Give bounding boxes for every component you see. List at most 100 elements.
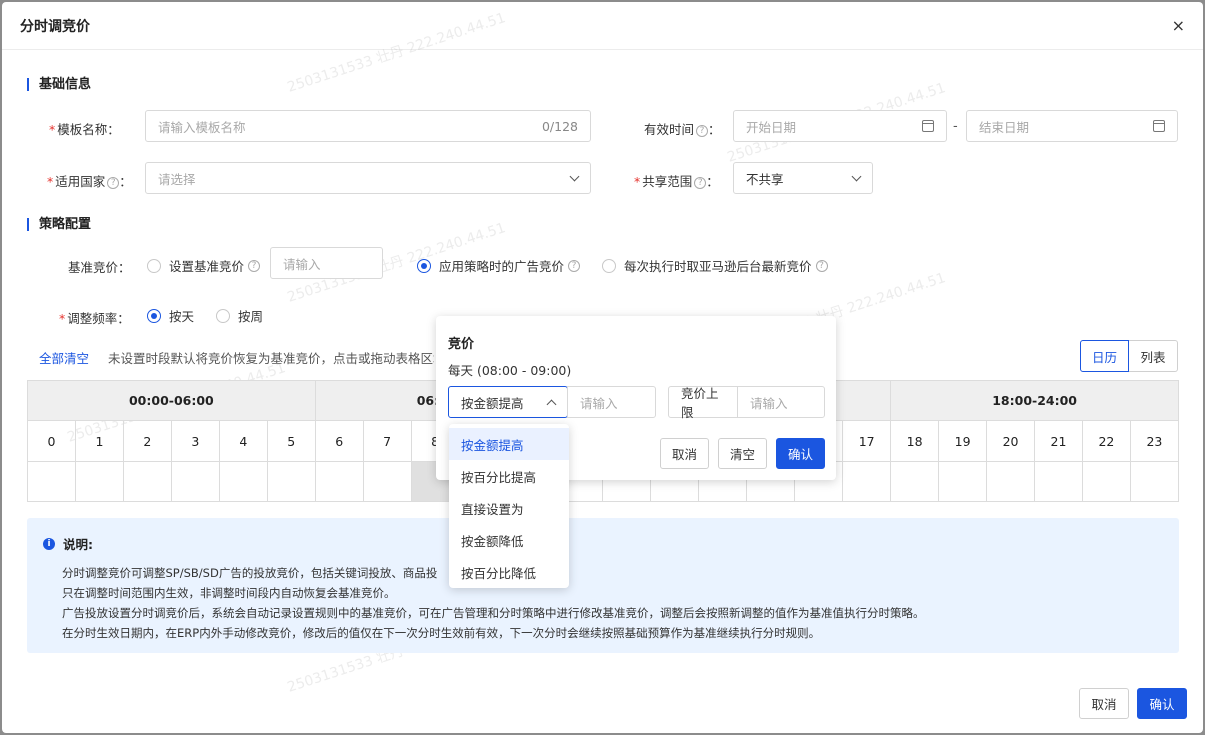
base-bid-placeholder: 请输入 — [283, 256, 321, 272]
hour-header-cell: 6 — [316, 421, 364, 461]
hour-header-cell: 19 — [939, 421, 988, 461]
view-toggle: 日历 列表 — [1080, 340, 1178, 372]
hour-slot-cell[interactable] — [316, 462, 364, 501]
template-name-label: * 模板名称： — [49, 122, 120, 137]
radio-by-day[interactable]: 按天 — [147, 306, 194, 325]
hour-header-cell: 0 — [28, 421, 76, 461]
section-basic-title: 基础信息 — [27, 78, 91, 91]
help-icon[interactable]: ? — [815, 259, 828, 272]
help-icon[interactable]: ? — [696, 124, 709, 137]
radio-dot — [147, 308, 161, 323]
bid-cap-input[interactable]: 请输入 — [737, 386, 825, 418]
footer-cancel-button[interactable]: 取消 — [1079, 688, 1129, 719]
start-date-placeholder: 开始日期 — [746, 119, 797, 135]
hour-header-cell: 23 — [1146, 433, 1163, 449]
range-header: 00:00-06:00 — [28, 381, 316, 420]
section-strategy-title: 策略配置 — [27, 218, 91, 231]
hour-slot-cell[interactable] — [939, 462, 988, 501]
hour-slot-cell[interactable] — [76, 462, 124, 501]
info-note: i 说明: 分时调整竞价可调整SP/SB/SD广告的投放竞价，包括关键词投放、商… — [27, 518, 1179, 653]
template-name-placeholder: 请输入模板名称 — [158, 119, 246, 135]
start-date-input[interactable]: 开始日期 — [733, 110, 947, 142]
hour-slot-cell[interactable] — [987, 462, 1036, 501]
bid-mode-select[interactable]: 按金额提高 — [448, 386, 568, 418]
hour-slot-cell[interactable] — [364, 462, 412, 501]
chevron-down-icon — [851, 171, 862, 181]
hour-header-cell: 22 — [1083, 421, 1131, 461]
hour-header-cell: 7 — [364, 421, 412, 461]
footer-confirm-button[interactable]: 确认 — [1137, 688, 1187, 719]
hour-slot-cell[interactable] — [843, 462, 892, 501]
date-separator: - — [953, 119, 958, 134]
bid-cap-label: 竞价上限 — [668, 386, 738, 420]
dialog: 2503131533 壮丹 222.240.44.51 2503131533 壮… — [2, 2, 1203, 733]
hour-header-cell: 1 — [76, 421, 124, 461]
frequency-label: * 调整频率： — [59, 311, 130, 326]
base-bid-input[interactable]: 请输入 — [270, 247, 383, 279]
note-title-text: 说明: — [63, 537, 93, 552]
popover-cancel-button[interactable]: 取消 — [660, 438, 709, 469]
country-select[interactable]: 请选择 — [145, 162, 591, 194]
template-name-input[interactable]: 请输入模板名称 0/128 — [145, 110, 591, 142]
dropdown-option[interactable]: 按金额提高 — [449, 428, 569, 460]
hour-header-cell: 18 — [891, 421, 940, 461]
hour-header-cell: 4 — [220, 421, 268, 461]
radio-set-base-bid[interactable]: 设置基准竞价 ? — [147, 256, 261, 275]
dropdown-option[interactable]: 按金额降低 — [449, 524, 569, 556]
radio-dot — [147, 258, 161, 273]
radio-by-week[interactable]: 按周 — [216, 306, 263, 325]
radio-dot — [216, 308, 230, 323]
radio-ad-bid[interactable]: 应用策略时的广告竞价 ? — [417, 256, 581, 275]
help-icon[interactable]: ? — [248, 259, 261, 272]
share-scope-value: 不共享 — [746, 171, 784, 187]
hour-slot-cell[interactable] — [220, 462, 268, 501]
hour-slot-cell[interactable] — [1131, 462, 1178, 501]
clear-all-link[interactable]: 全部清空 — [39, 348, 89, 367]
view-calendar-button[interactable]: 日历 — [1080, 340, 1129, 372]
view-list-button[interactable]: 列表 — [1129, 340, 1178, 372]
valid-time-label: 有效时间?： — [644, 122, 721, 137]
radio-dot — [602, 258, 616, 273]
schedule-hint: 未设置时段默认将竞价恢复为基准竞价，点击或拖动表格区域 — [108, 351, 434, 366]
country-placeholder: 请选择 — [158, 171, 196, 187]
radio-label: 每次执行时取亚马逊后台最新竞价 — [624, 259, 812, 274]
share-scope-select[interactable]: 不共享 — [733, 162, 873, 194]
popover-clear-button[interactable]: 清空 — [718, 438, 767, 469]
dropdown-option[interactable]: 按百分比降低 — [449, 556, 569, 588]
calendar-icon — [922, 120, 934, 132]
dropdown-option[interactable]: 直接设置为 — [449, 492, 569, 524]
hour-slot-cell[interactable] — [1035, 462, 1083, 501]
radio-amazon-latest-bid[interactable]: 每次执行时取亚马逊后台最新竞价 ? — [602, 256, 828, 275]
note-line: 广告投放设置分时调竞价后，系统会自动记录设置规则中的基准竞价，可在广告管理和分时… — [62, 606, 925, 620]
chevron-down-icon — [569, 171, 580, 181]
help-icon[interactable]: ? — [107, 176, 120, 189]
hour-slot-cell[interactable] — [1083, 462, 1131, 501]
bid-mode-dropdown: 按金额提高 按百分比提高 直接设置为 按金额降低 按百分比降低 — [449, 424, 569, 588]
radio-label: 应用策略时的广告竞价 — [439, 259, 565, 274]
popover-title: 竞价 — [448, 337, 475, 352]
hour-slot-cell[interactable] — [28, 462, 76, 501]
close-icon[interactable]: × — [1172, 17, 1185, 34]
help-icon[interactable]: ? — [694, 176, 707, 189]
note-title: i 说明: — [43, 534, 1163, 553]
bid-cap-placeholder: 请输入 — [750, 395, 788, 411]
hour-header-cell: 20 — [987, 421, 1036, 461]
end-date-placeholder: 结束日期 — [979, 119, 1030, 135]
range-header: 18:00-24:00 — [992, 393, 1077, 408]
hour-slot-cell[interactable] — [172, 462, 220, 501]
country-label: * 适用国家?： — [47, 174, 132, 189]
hour-slot-cell[interactable] — [891, 462, 940, 501]
dialog-header: 分时调竞价 × — [2, 2, 1203, 50]
help-icon[interactable]: ? — [568, 259, 581, 272]
bid-amount-input[interactable]: 请输入 — [567, 386, 656, 418]
popover-confirm-button[interactable]: 确认 — [776, 438, 825, 469]
hour-slot-cell[interactable] — [268, 462, 316, 501]
dropdown-option[interactable]: 按百分比提高 — [449, 460, 569, 492]
hour-slot-cell[interactable] — [124, 462, 172, 501]
template-name-counter: 0/128 — [541, 118, 578, 134]
base-bid-label: 基准竞价： — [68, 260, 131, 275]
note-line: 只在调整时间范围内生效，非调整时间段内自动恢复会基准竞价。 — [62, 586, 396, 600]
popover-subtitle: 每天 (08:00 - 09:00) — [448, 363, 572, 378]
end-date-input[interactable]: 结束日期 — [966, 110, 1178, 142]
chevron-up-icon — [546, 399, 557, 409]
